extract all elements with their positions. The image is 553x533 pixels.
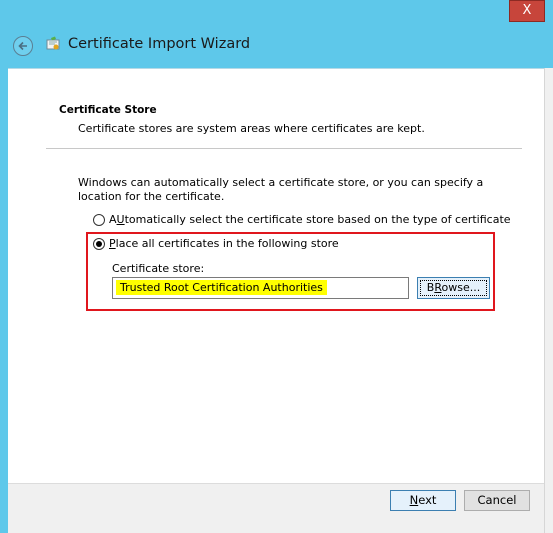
wizard-page: Certificate Store Certificate stores are… xyxy=(8,68,546,483)
radio-button[interactable] xyxy=(93,213,105,226)
radio-auto-select[interactable]: AUtomatically select the certificate sto… xyxy=(93,213,511,226)
back-button[interactable] xyxy=(13,36,33,56)
window-title: Certificate Import Wizard xyxy=(68,36,251,52)
scrollbar[interactable] xyxy=(544,68,553,533)
wizard-footer: Next Cancel xyxy=(8,484,544,533)
highlight-annotation-box xyxy=(86,232,495,311)
close-button[interactable]: X xyxy=(509,0,545,22)
cancel-button[interactable]: Cancel xyxy=(464,490,530,511)
back-arrow-icon xyxy=(18,41,27,51)
page-subtitle: Certificate stores are system areas wher… xyxy=(78,122,425,135)
certificate-icon xyxy=(46,36,60,50)
next-button[interactable]: Next xyxy=(390,490,456,511)
description-text: Windows can automatically select a certi… xyxy=(78,176,484,203)
page-title: Certificate Store xyxy=(59,104,157,116)
radio-label: AUtomatically select the certificate sto… xyxy=(109,213,511,226)
divider xyxy=(46,148,522,149)
